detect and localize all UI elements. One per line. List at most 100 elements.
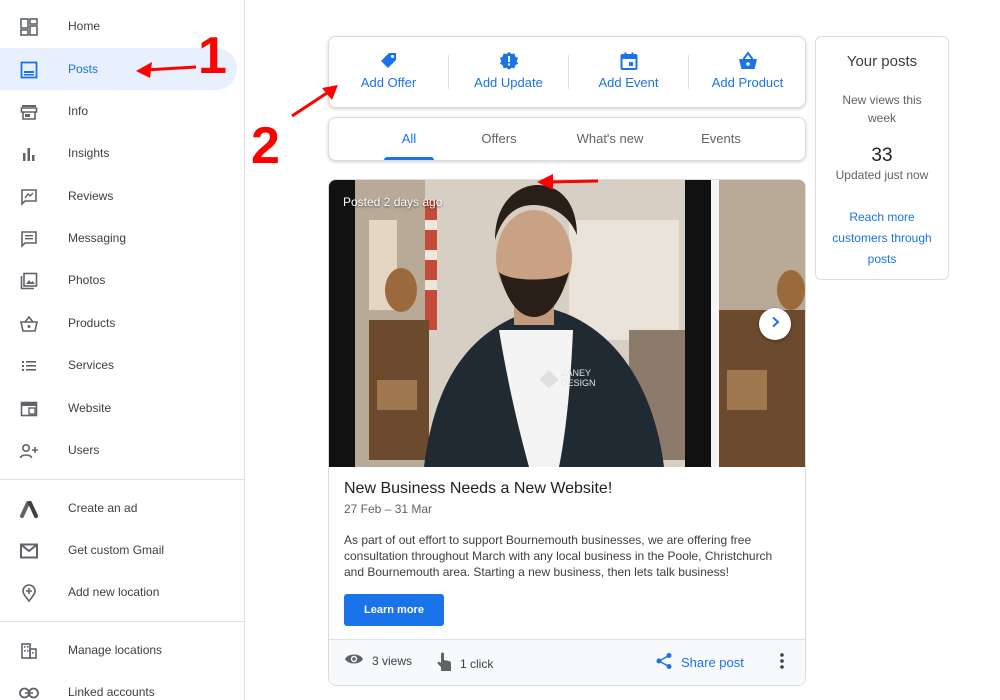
- tab-whats-new[interactable]: What's new: [565, 118, 655, 160]
- post-posted-time: Posted 2 days ago: [343, 195, 443, 209]
- chevron-right-icon: [769, 315, 781, 333]
- sidebar-item-label: Linked accounts: [68, 685, 155, 699]
- learn-more-button[interactable]: Learn more: [344, 594, 444, 626]
- eye-icon: [344, 652, 364, 669]
- reach-more-link[interactable]: Reach more customers through posts: [828, 207, 936, 270]
- sidebar-item-label: Reviews: [68, 189, 114, 203]
- tag-icon: [379, 51, 399, 71]
- building-icon: [19, 641, 39, 661]
- list-icon: [19, 356, 39, 376]
- gmail-icon: [19, 541, 39, 561]
- storefront-icon: [19, 102, 39, 122]
- share-post-button[interactable]: Share post: [655, 652, 744, 673]
- basket-icon: [738, 51, 758, 71]
- sidebar-item-label: Services: [68, 358, 115, 372]
- sidebar: Home Posts Info Insights Reviews Messagi…: [0, 0, 245, 700]
- sidebar-item-label: Posts: [68, 62, 99, 76]
- post-footer: 3 views 1 click Share post: [329, 639, 805, 685]
- post-photo: ZANEY DESIGN: [329, 180, 805, 467]
- updated-status: Updated just now: [835, 168, 929, 182]
- tab-label: Events: [701, 131, 741, 146]
- reviews-icon: [19, 187, 39, 207]
- jacket-logo-text: DESIGN: [561, 378, 596, 388]
- sidebar-item-label: Manage locations: [68, 643, 163, 657]
- sidebar-item-services[interactable]: Services: [0, 344, 237, 386]
- share-post-label: Share post: [681, 655, 744, 670]
- sidebar-item-label: Create an ad: [68, 501, 138, 515]
- panel-title: Your posts: [846, 53, 918, 70]
- post-views: 3 views: [372, 653, 413, 668]
- sidebar-item-products[interactable]: Products: [0, 302, 237, 344]
- sidebar-item-create-ad[interactable]: Create an ad: [0, 487, 237, 529]
- sidebar-divider: [0, 621, 244, 622]
- calendar-icon: [619, 51, 639, 71]
- post-body: As part of out effort to support Bournem…: [344, 533, 773, 579]
- add-event-button[interactable]: Add Event: [569, 37, 688, 107]
- sidebar-item-custom-gmail[interactable]: Get custom Gmail: [0, 529, 237, 571]
- add-product-button[interactable]: Add Product: [688, 37, 807, 107]
- sidebar-item-label: Products: [68, 316, 116, 330]
- active-tab-indicator: [384, 157, 434, 160]
- carousel-next-button[interactable]: [759, 308, 791, 340]
- jacket-logo-text: ZANEY: [561, 368, 591, 378]
- sidebar-item-label: Users: [68, 443, 100, 457]
- website-icon: [19, 399, 39, 419]
- add-update-button[interactable]: Add Update: [449, 37, 568, 107]
- tab-label: Offers: [481, 131, 517, 146]
- tab-offers[interactable]: Offers: [469, 118, 529, 160]
- touch-icon: [436, 652, 452, 675]
- add-offer-button[interactable]: Add Offer: [329, 37, 448, 107]
- link-icon: [19, 683, 39, 700]
- basket-icon: [19, 314, 39, 334]
- sidebar-item-manage-locations[interactable]: Manage locations: [0, 629, 237, 671]
- post-filter-tabs: All Offers What's new Events: [328, 117, 806, 161]
- annotation-number-2: 2: [251, 117, 280, 175]
- sidebar-item-label: Photos: [68, 273, 106, 287]
- your-posts-panel: Your posts New views this week 33 Update…: [815, 36, 949, 280]
- sidebar-item-label: Get custom Gmail: [68, 543, 165, 557]
- google-ads-icon: [19, 499, 39, 519]
- sidebar-item-add-location[interactable]: Add new location: [0, 571, 237, 613]
- post-card: ZANEY DESIGN Posted 2 days ago New Busin…: [328, 179, 806, 686]
- annotation-number-1: 1: [198, 27, 227, 85]
- more-options-button[interactable]: [773, 652, 791, 674]
- message-icon: [19, 229, 39, 249]
- add-update-label: Add Update: [474, 75, 543, 90]
- sidebar-item-linked-accounts[interactable]: Linked accounts: [0, 671, 237, 700]
- sidebar-item-website[interactable]: Website: [0, 387, 237, 429]
- add-location-icon: [19, 583, 39, 603]
- post-views-stat: 3 views: [344, 652, 412, 669]
- sidebar-item-photos[interactable]: Photos: [0, 259, 237, 301]
- posts-icon: [19, 60, 39, 80]
- photos-icon: [19, 271, 39, 291]
- sidebar-item-label: Info: [68, 104, 89, 118]
- create-post-bar: Add Offer Add Update Add Event Add Produ…: [328, 36, 806, 108]
- add-event-label: Add Event: [598, 75, 659, 90]
- bar-chart-icon: [19, 144, 39, 164]
- more-vert-icon: [780, 652, 784, 674]
- sidebar-item-info[interactable]: Info: [0, 90, 237, 132]
- sidebar-item-label: Messaging: [68, 231, 127, 245]
- update-badge-icon: [499, 51, 519, 71]
- sidebar-item-label: Insights: [68, 146, 110, 160]
- sidebar-item-users[interactable]: Users: [0, 429, 237, 471]
- panel-subtitle: New views this week: [842, 93, 922, 125]
- share-icon: [655, 652, 673, 673]
- tab-label: What's new: [576, 131, 644, 146]
- sidebar-divider: [0, 479, 244, 480]
- add-product-label: Add Product: [711, 75, 784, 90]
- tab-all[interactable]: All: [384, 118, 434, 160]
- add-offer-label: Add Offer: [360, 75, 417, 90]
- add-user-icon: [19, 441, 39, 461]
- dashboard-icon: [19, 17, 39, 37]
- views-count: 33: [871, 145, 893, 166]
- sidebar-item-label: Website: [68, 401, 112, 415]
- tab-events[interactable]: Events: [691, 118, 751, 160]
- app-root: Home Posts Info Insights Reviews Messagi…: [0, 0, 1000, 700]
- sidebar-item-reviews[interactable]: Reviews: [0, 175, 237, 217]
- post-image[interactable]: ZANEY DESIGN Posted 2 days ago: [329, 180, 805, 467]
- sidebar-item-label: Add new location: [68, 585, 160, 599]
- post-title: New Business Needs a New Website!: [344, 480, 613, 497]
- sidebar-item-insights[interactable]: Insights: [0, 132, 237, 174]
- sidebar-item-messaging[interactable]: Messaging: [0, 217, 237, 259]
